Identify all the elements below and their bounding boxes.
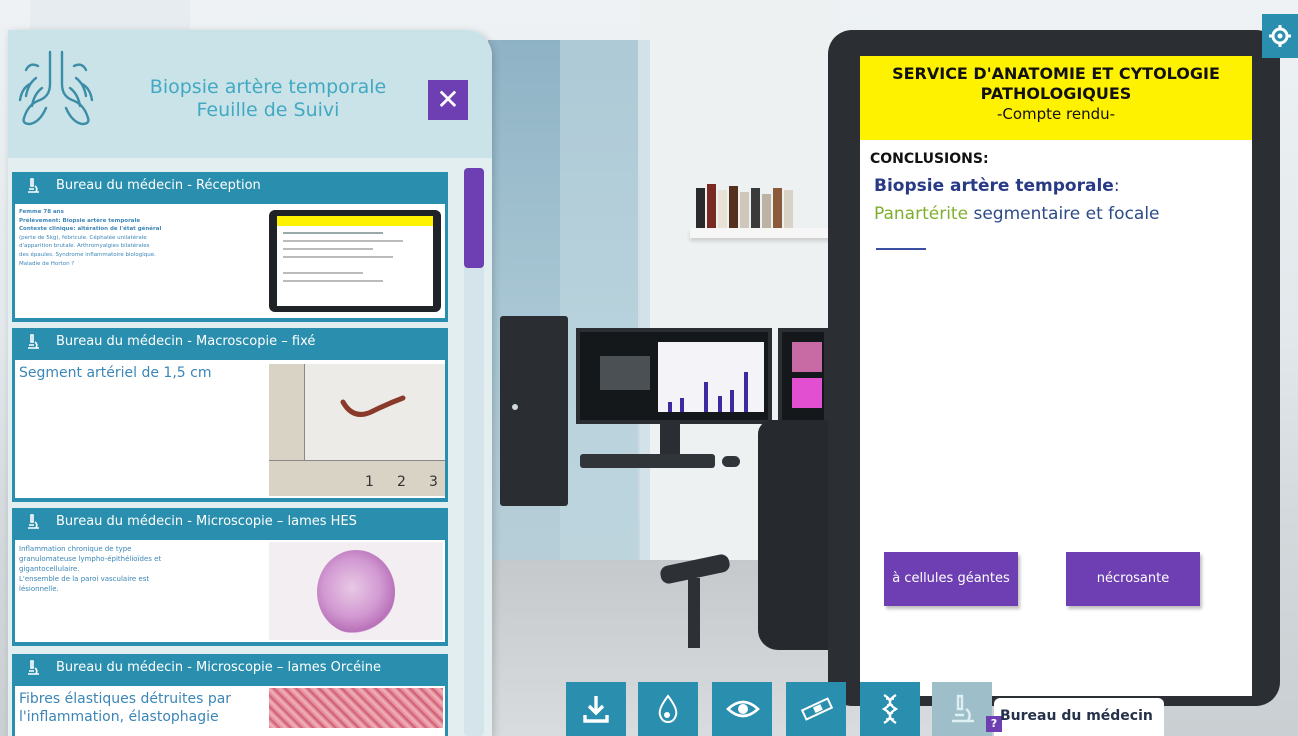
bookshelf xyxy=(690,228,840,238)
genetics-tool-button[interactable] xyxy=(860,682,920,736)
option-giant-cells-button[interactable]: à cellules géantes xyxy=(884,552,1018,606)
microscope-icon xyxy=(28,178,39,193)
report-thumbnail xyxy=(269,210,441,312)
eye-icon xyxy=(726,700,760,718)
card-line: granulomateuse lympho-épithélioïdes et xyxy=(19,555,162,563)
card-microscopy-hes[interactable]: Bureau du médecin - Microscopie – lames … xyxy=(12,508,448,646)
diagnosis-title: Biopsie artère temporale: xyxy=(874,176,1120,196)
drop-icon xyxy=(658,694,678,724)
card-line: Fibres élastiques détruites par xyxy=(19,691,232,707)
view-tool-button[interactable] xyxy=(712,682,772,736)
card-line: Prélèvement: Biopsie artère temporale xyxy=(19,217,141,224)
ruler-mark: 1 xyxy=(365,474,374,490)
panel-title-line1: Biopsie artère temporale xyxy=(149,76,387,98)
card-line: L'ensemble de la paroi vasculaire est xyxy=(19,575,150,583)
diagnosis-title-text: Biopsie artère temporale xyxy=(874,176,1114,196)
pathology-report: SERVICE D'ANATOMIE ET CYTOLOGIE PATHOLOG… xyxy=(860,56,1252,696)
monitor xyxy=(576,328,772,424)
answer-blank[interactable] xyxy=(876,248,926,250)
report-header-line1: SERVICE D'ANATOMIE ET CYTOLOGIE xyxy=(892,64,1220,83)
card-line: Contexte clinique: altération de l'état … xyxy=(19,226,162,233)
card-header: Bureau du médecin - Réception xyxy=(12,172,448,200)
card-microscopy-orcein[interactable]: Bureau du médecin - Microscopie – lames … xyxy=(12,654,448,736)
slide-tool-button[interactable] xyxy=(786,682,846,736)
card-title: Bureau du médecin - Réception xyxy=(56,178,261,193)
diagnosis-word: Panartérite xyxy=(874,204,969,224)
panel-title: Biopsie artère temporale Feuille de Suiv… xyxy=(118,76,418,122)
microscope-icon xyxy=(28,334,39,349)
slide-icon xyxy=(800,697,834,721)
download-tool-button[interactable] xyxy=(566,682,626,736)
card-line: (perte de 5kg), fébricule. Céphalée unil… xyxy=(19,234,147,241)
hes-slide-image xyxy=(269,542,443,640)
microscope-icon xyxy=(28,660,39,675)
card-line: Femme 78 ans xyxy=(19,209,64,215)
card-macroscopy[interactable]: Bureau du médecin - Macroscopie – fixé S… xyxy=(12,328,448,502)
lungs-logo-icon xyxy=(18,50,94,126)
card-line: gigantocellulaire. xyxy=(19,565,80,573)
card-title: Bureau du médecin - Macroscopie – fixé xyxy=(56,334,316,349)
ruler-mark: 2 xyxy=(397,474,406,490)
mouse xyxy=(722,456,740,467)
close-button[interactable]: ✕ xyxy=(428,80,468,120)
card-line: lésionnelle. xyxy=(19,585,59,593)
orcein-slide-image xyxy=(269,688,443,728)
conclusions-label: CONCLUSIONS: xyxy=(870,151,989,167)
panel-header: Biopsie artère temporale Feuille de Suiv… xyxy=(8,30,492,158)
card-line: Maladie de Horton ? xyxy=(19,260,75,267)
keyboard xyxy=(580,454,715,468)
microscope-icon xyxy=(952,694,974,723)
monitor-secondary xyxy=(778,328,828,424)
computer-tower xyxy=(500,316,568,506)
scrollbar-thumb[interactable] xyxy=(464,168,484,268)
diagnosis-text: Panartérite segmentaire et focale xyxy=(874,204,1160,224)
option-necrotizing-button[interactable]: nécrosante xyxy=(1066,552,1200,606)
microscope-icon xyxy=(28,514,39,529)
dna-icon xyxy=(881,694,899,724)
card-line: l'inflammation, élastophagie xyxy=(19,709,219,725)
stain-tool-button[interactable] xyxy=(638,682,698,736)
card-line: Inflammation chronique de type xyxy=(19,545,132,553)
gear-icon xyxy=(1269,25,1291,47)
microscope-tool-button[interactable] xyxy=(932,682,992,736)
diagnosis-rest: segmentaire et focale xyxy=(968,204,1160,224)
settings-button[interactable] xyxy=(1262,14,1298,58)
card-line: d'apparition brutale. Arthromyalgies bil… xyxy=(19,243,150,250)
card-header: Bureau du médecin - Macroscopie – fixé xyxy=(12,328,448,356)
download-icon xyxy=(583,696,609,723)
card-reception[interactable]: Bureau du médecin - Réception Femme 78 a… xyxy=(12,172,448,322)
report-header-line2: PATHOLOGIQUES xyxy=(980,84,1132,103)
card-title: Bureau du médecin - Microscopie – lames … xyxy=(56,514,357,529)
card-list: Bureau du médecin - Réception Femme 78 a… xyxy=(12,172,452,736)
report-header-line3: -Compte rendu- xyxy=(996,105,1116,123)
card-title: Bureau du médecin - Microscopie – lames … xyxy=(56,660,381,675)
card-line: Segment artériel de 1,5 cm xyxy=(19,365,212,381)
card-header: Bureau du médecin - Microscopie – lames … xyxy=(12,508,448,536)
location-label: Bureau du médecin xyxy=(1000,708,1153,724)
artery-segment-icon xyxy=(340,395,406,417)
panel-title-line2: Feuille de Suivi xyxy=(196,99,340,121)
card-list-scrollbar[interactable] xyxy=(464,168,484,736)
diagnosis-colon: : xyxy=(1113,176,1120,196)
ruler-mark: 3 xyxy=(429,474,438,490)
tracking-sheet-panel: Biopsie artère temporale Feuille de Suiv… xyxy=(8,30,492,736)
report-header: SERVICE D'ANATOMIE ET CYTOLOGIE PATHOLOG… xyxy=(860,56,1252,140)
specimen-photo: 1 2 3 xyxy=(269,364,445,496)
card-line: des épaules. Syndrome inflammatoire biol… xyxy=(19,251,156,258)
card-header: Bureau du médecin - Microscopie – lames … xyxy=(12,654,448,682)
